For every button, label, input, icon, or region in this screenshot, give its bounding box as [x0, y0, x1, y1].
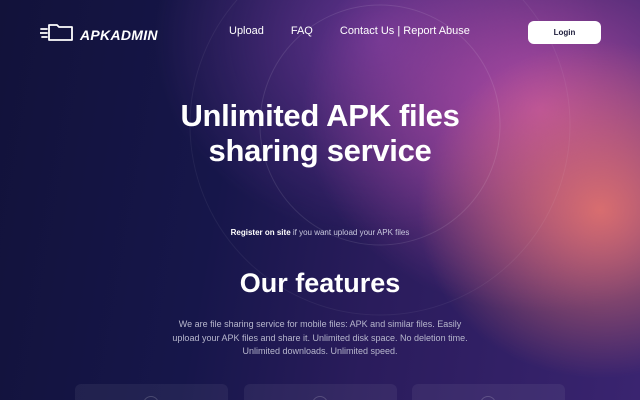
features-title: Our features: [239, 268, 401, 298]
login-button[interactable]: Login: [528, 21, 601, 44]
feature-icon: [312, 396, 328, 400]
feature-card: [412, 384, 565, 400]
register-prompt-text: if you want upload your APK files: [290, 228, 410, 237]
brand-name: APKADMIN: [80, 26, 158, 43]
brand-logo[interactable]: APKADMIN: [39, 22, 158, 47]
feature-icon: [480, 396, 496, 400]
nav-link-faq[interactable]: FAQ: [291, 25, 313, 37]
hero-title-line1: Unlimited APK files: [180, 98, 460, 133]
feature-card: [75, 384, 228, 400]
folder-speed-icon: [39, 22, 74, 47]
register-link[interactable]: Register on site: [231, 228, 291, 237]
features-description: We are file sharing service for mobile f…: [172, 319, 468, 356]
top-navbar: APKADMIN Upload FAQ Contact Us | Report …: [0, 0, 640, 64]
feature-icon: [143, 396, 159, 400]
register-prompt: Register on site if you want upload your…: [0, 228, 640, 237]
nav-link-contact[interactable]: Contact Us | Report Abuse: [340, 25, 470, 37]
hero-title: Unlimited APK files sharing service: [0, 98, 640, 168]
hero-title-line2: sharing service: [208, 133, 432, 168]
feature-card: [244, 384, 397, 400]
nav-link-upload[interactable]: Upload: [229, 25, 264, 37]
nav-links: Upload FAQ Contact Us | Report Abuse: [229, 25, 470, 37]
